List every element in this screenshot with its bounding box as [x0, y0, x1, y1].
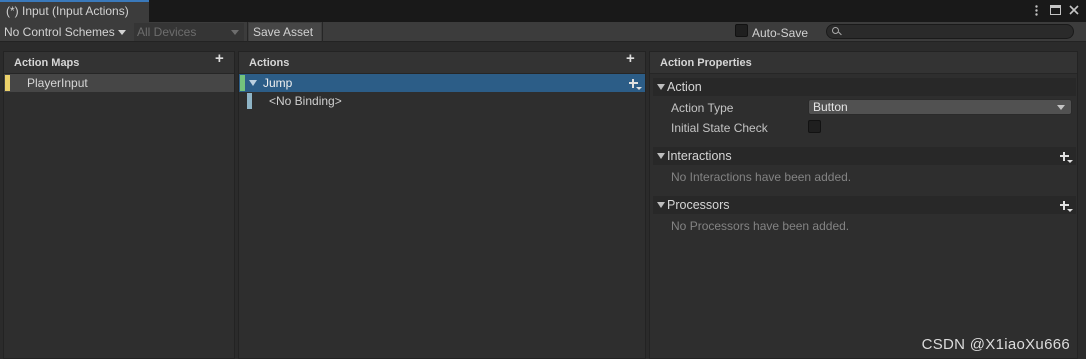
action-label: Jump — [263, 76, 293, 90]
action-maps-pane: Action Maps + PlayerInput — [3, 51, 235, 359]
close-icon[interactable] — [1068, 3, 1080, 17]
foldout-arrow-icon[interactable] — [249, 80, 257, 86]
interactions-title: Interactions — [667, 149, 732, 163]
add-action-map-icon[interactable]: + — [215, 51, 226, 66]
action-type-dropdown[interactable]: Button — [808, 99, 1072, 115]
action-properties-title: Action Properties — [660, 57, 752, 69]
foldout-arrow-icon — [657, 153, 665, 159]
window-controls — [1030, 3, 1080, 17]
no-processors-text: Processors have been added. — [689, 219, 850, 233]
action-map-label: PlayerInput — [27, 76, 88, 90]
control-schemes-dropdown[interactable]: No Control Schemes — [0, 23, 132, 41]
auto-save-label: Auto-Save — [752, 26, 809, 40]
chevron-down-icon — [1057, 105, 1065, 110]
add-binding-icon[interactable] — [627, 77, 642, 90]
initial-state-check-checkbox[interactable] — [808, 120, 821, 133]
toolbar: No Control Schemes All Devices Save Asse… — [0, 22, 1086, 42]
action-map-color-stripe — [5, 75, 10, 91]
action-map-item[interactable]: PlayerInput — [4, 74, 234, 92]
binding-color-stripe — [247, 93, 252, 109]
action-section-title: Action — [667, 80, 702, 94]
add-action-icon[interactable]: + — [626, 51, 637, 66]
actions-title: Actions — [249, 57, 290, 69]
chevron-down-icon — [117, 30, 126, 36]
actions-header: Actions + — [239, 51, 645, 74]
devices-label: All Devices — [137, 25, 197, 39]
action-color-stripe — [240, 75, 245, 91]
chevron-down-icon — [231, 30, 239, 35]
actions-pane: Actions + Jump <No Binding> — [238, 51, 646, 359]
search-input[interactable] — [826, 24, 1074, 39]
add-processor-icon[interactable] — [1058, 199, 1073, 212]
foldout-arrow-icon — [657, 84, 665, 90]
processors-section-header[interactable]: Processors — [653, 196, 1076, 214]
action-maps-title: Action Maps — [14, 57, 80, 69]
save-asset-button[interactable]: Save Asset — [249, 23, 321, 41]
binding-label: <No Binding> — [269, 94, 342, 108]
action-type-label: Action Type — [671, 101, 734, 115]
no-interactions-note: No Interactions have been added. — [671, 170, 852, 184]
action-maps-header: Action Maps + — [4, 51, 234, 74]
control-schemes-label: No Control Schemes — [4, 25, 115, 39]
search-icon — [832, 27, 839, 34]
toolbar-divider — [322, 22, 323, 42]
binding-item[interactable]: <No Binding> — [239, 92, 645, 110]
auto-save-checkbox[interactable] — [735, 24, 748, 37]
action-properties-pane: Action Properties Action Action Type But… — [649, 51, 1078, 359]
tab-input-actions[interactable]: (*) Input (Input Actions) — [0, 0, 149, 22]
action-properties-header: Action Properties — [650, 52, 1077, 74]
interactions-section-header[interactable]: Interactions — [653, 147, 1076, 165]
kebab-menu-icon[interactable] — [1030, 3, 1042, 17]
no-processors-note: No Processors have been added. — [671, 219, 849, 233]
maximize-icon[interactable] — [1049, 3, 1061, 17]
devices-dropdown[interactable]: All Devices — [134, 23, 244, 41]
add-interaction-icon[interactable] — [1058, 150, 1073, 163]
action-item-jump[interactable]: Jump — [239, 74, 645, 92]
action-type-value: Button — [813, 100, 848, 114]
tab-strip: (*) Input (Input Actions) — [0, 0, 1086, 22]
foldout-arrow-icon — [657, 202, 665, 208]
processors-title: Processors — [667, 198, 730, 212]
toolbar-divider — [247, 22, 248, 42]
no-processors-prefix: No — [671, 219, 690, 233]
action-section-header[interactable]: Action — [653, 78, 1076, 96]
watermark: CSDN @X1iaoXu666 — [921, 336, 1070, 353]
initial-state-check-label: Initial State Check — [671, 121, 768, 135]
